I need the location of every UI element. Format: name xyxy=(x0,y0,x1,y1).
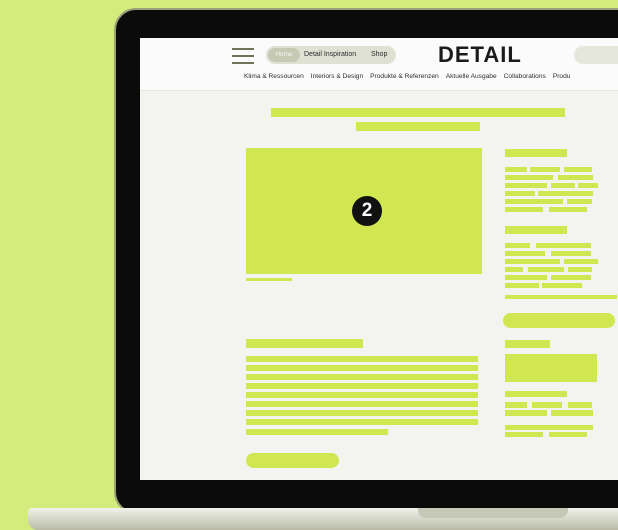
sidebar-text-placeholder xyxy=(505,283,539,288)
read-more-button-placeholder[interactable] xyxy=(246,453,339,468)
text-line-placeholder xyxy=(246,365,478,371)
sidebar-text-placeholder xyxy=(564,167,592,172)
home-button[interactable]: Home xyxy=(268,48,300,62)
sidebar-image-placeholder xyxy=(505,354,597,382)
sidebar-text-placeholder xyxy=(564,259,598,264)
sidebar-text-placeholder xyxy=(567,199,592,204)
nav-link-shop[interactable]: Shop xyxy=(371,48,387,62)
category-link[interactable]: Aktuelle Ausgabe xyxy=(446,73,497,80)
sidebar-text-placeholder xyxy=(551,275,591,280)
caption-placeholder xyxy=(246,278,292,281)
site-header: Home Detail Inspiration Shop DETAIL Klim… xyxy=(140,38,618,91)
laptop-base-notch xyxy=(418,508,568,518)
category-nav: Klima & Ressourcen Interiors & Design Prod… xyxy=(244,72,577,82)
laptop-screen: Home Detail Inspiration Shop DETAIL Klim… xyxy=(140,38,618,480)
sidebar-text-placeholder xyxy=(551,183,575,188)
sidebar-heading-placeholder xyxy=(505,340,550,348)
text-line-placeholder xyxy=(246,401,478,407)
sidebar-text-placeholder xyxy=(542,283,582,288)
step-badge: 2 xyxy=(352,196,382,226)
sidebar-text-placeholder xyxy=(505,391,567,397)
sidebar-heading-placeholder xyxy=(505,149,567,157)
sidebar-text-placeholder xyxy=(505,267,523,272)
sidebar-text-placeholder xyxy=(505,183,547,188)
category-link[interactable]: Klima & Ressourcen xyxy=(244,73,304,80)
sidebar-text-placeholder xyxy=(538,191,593,196)
sidebar-text-placeholder xyxy=(505,275,547,280)
headline-placeholder xyxy=(271,108,565,117)
sidebar-button-placeholder[interactable] xyxy=(503,313,615,328)
sidebar-text-placeholder xyxy=(549,207,587,212)
sidebar-text-placeholder xyxy=(505,410,547,416)
text-line-placeholder xyxy=(246,374,478,380)
sidebar-text-placeholder xyxy=(551,251,591,256)
sidebar-text-placeholder xyxy=(505,175,553,180)
sidebar-text-placeholder xyxy=(549,432,587,437)
sidebar-text-placeholder xyxy=(505,243,530,248)
text-line-placeholder xyxy=(246,419,478,425)
sidebar-text-placeholder xyxy=(568,267,592,272)
search-field[interactable] xyxy=(574,46,618,64)
sidebar-text-placeholder xyxy=(578,183,598,188)
sidebar-text-placeholder xyxy=(551,410,593,416)
sidebar-text-placeholder xyxy=(505,167,527,172)
sidebar-text-placeholder xyxy=(505,251,545,256)
sidebar-text-placeholder xyxy=(505,259,560,264)
sidebar-text-placeholder xyxy=(568,402,592,408)
sidebar-text-placeholder xyxy=(558,175,593,180)
article-heading-placeholder xyxy=(246,339,363,348)
category-link[interactable]: Interiors & Design xyxy=(311,73,363,80)
sidebar-text-placeholder xyxy=(505,191,535,196)
sidebar-text-placeholder xyxy=(536,243,591,248)
category-link[interactable]: Collaborations xyxy=(504,73,546,80)
sidebar-text-placeholder xyxy=(532,402,562,408)
menu-icon[interactable] xyxy=(232,48,254,64)
sidebar-text-placeholder xyxy=(505,425,593,430)
sidebar-text-placeholder xyxy=(505,402,527,408)
category-link[interactable]: Produ xyxy=(553,73,571,80)
text-line-placeholder xyxy=(246,383,478,389)
sidebar-text-placeholder xyxy=(530,167,560,172)
sidebar-text-placeholder xyxy=(505,207,543,212)
sidebar-text-placeholder xyxy=(505,199,563,204)
sidebar-heading-placeholder xyxy=(505,226,567,234)
subheadline-placeholder xyxy=(356,122,480,131)
text-line-placeholder xyxy=(246,429,388,435)
sidebar-rule-placeholder xyxy=(505,295,617,299)
site-logo[interactable]: DETAIL xyxy=(438,42,522,68)
sidebar-text-placeholder xyxy=(505,432,543,437)
sidebar-text-placeholder xyxy=(528,267,564,272)
nav-link-inspiration[interactable]: Detail Inspiration xyxy=(304,48,356,62)
text-line-placeholder xyxy=(246,392,478,398)
category-link[interactable]: Produkte & Referenzen xyxy=(370,73,439,80)
text-line-placeholder xyxy=(246,410,478,416)
text-line-placeholder xyxy=(246,356,478,362)
